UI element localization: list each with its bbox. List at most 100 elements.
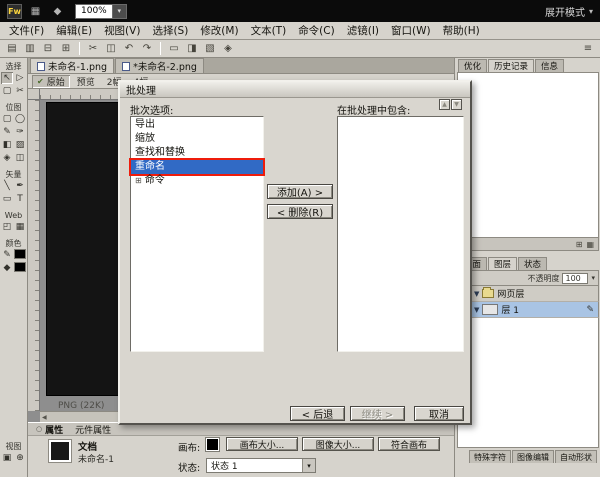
- layer-row-web[interactable]: ▼ 网页层: [457, 286, 599, 302]
- move-up-button[interactable]: ▲: [439, 99, 450, 110]
- undo-icon[interactable]: ↶: [120, 41, 138, 56]
- menu-edit[interactable]: 编辑(E): [50, 23, 98, 38]
- trash-icon[interactable]: ▦: [586, 240, 594, 249]
- tab-states[interactable]: 状态: [518, 257, 547, 270]
- back-button[interactable]: < 后退: [290, 406, 345, 421]
- add-icon[interactable]: ⊞: [576, 240, 583, 249]
- expander-icon[interactable]: ⊞: [135, 174, 142, 188]
- tab-optimize[interactable]: 优化: [458, 59, 487, 72]
- menu-icon[interactable]: ≡: [579, 41, 597, 56]
- document-tab-1[interactable]: 未命名-1.png: [30, 58, 114, 73]
- text-tool[interactable]: T: [14, 193, 26, 205]
- batch-option-export[interactable]: 导出: [131, 118, 263, 132]
- menu-select[interactable]: 选择(S): [146, 23, 194, 38]
- tab-layers[interactable]: 图层: [488, 257, 517, 270]
- menu-text[interactable]: 文本(T): [245, 23, 293, 38]
- save-icon[interactable]: ⊟: [39, 41, 57, 56]
- open-icon[interactable]: ▥: [21, 41, 39, 56]
- rubber-stamp-tool[interactable]: ◈: [1, 152, 13, 164]
- batch-option-scale[interactable]: 缩放: [131, 132, 263, 146]
- chevron-down-icon[interactable]: ▾: [591, 274, 595, 282]
- tab-image-editing[interactable]: 图像编辑: [512, 450, 554, 463]
- menu-commands[interactable]: 命令(C): [292, 23, 341, 38]
- fill-color-swatch[interactable]: [14, 262, 26, 272]
- opacity-input[interactable]: 100: [562, 273, 588, 284]
- menu-filters[interactable]: 滤镜(I): [341, 23, 385, 38]
- tab-info[interactable]: 信息: [535, 59, 564, 72]
- crop-tool[interactable]: ✂: [14, 85, 26, 97]
- subselection-tool[interactable]: ▷: [14, 72, 26, 84]
- import-icon[interactable]: ⊞: [57, 41, 75, 56]
- chevron-down-icon[interactable]: ▾: [113, 4, 127, 19]
- chevron-down-icon: ▾: [589, 7, 593, 16]
- pointer-tool[interactable]: ↖: [1, 72, 13, 84]
- batch-option-find-replace[interactable]: 查找和替换: [131, 146, 263, 160]
- gradient-tool[interactable]: ◫: [14, 152, 26, 164]
- chevron-down-icon[interactable]: ▾: [302, 459, 315, 472]
- layout-grid-icon[interactable]: ▦: [27, 4, 44, 19]
- vertical-ruler[interactable]: [28, 100, 40, 411]
- ruler-corner: [28, 89, 40, 100]
- tab-symbol-properties[interactable]: 元件属性: [75, 423, 111, 436]
- tab-auto-shapes[interactable]: 自动形状: [555, 450, 597, 463]
- document-tab-2[interactable]: *未命名-2.png: [115, 58, 204, 73]
- fit-canvas-button[interactable]: 符合画布: [378, 437, 440, 451]
- view-mode-preview[interactable]: 预览: [72, 75, 100, 88]
- rectangle-tool[interactable]: ▭: [1, 193, 13, 205]
- zoom-tool[interactable]: ⊕: [14, 452, 26, 464]
- pattern-icon[interactable]: ▧: [201, 41, 219, 56]
- add-button[interactable]: 添加(A) >: [267, 184, 333, 199]
- tab-special-characters[interactable]: 特殊字符: [469, 450, 511, 463]
- tab-history[interactable]: 历史记录: [488, 59, 534, 72]
- workspace-mode-menu[interactable]: 展开模式 ▾: [545, 4, 593, 19]
- cut-icon[interactable]: ✂: [84, 41, 102, 56]
- gradient-icon[interactable]: ◨: [183, 41, 201, 56]
- marquee-tool[interactable]: ▢: [1, 113, 13, 125]
- scroll-left-icon[interactable]: ◀: [42, 414, 47, 421]
- lasso-tool[interactable]: ◯: [14, 113, 26, 125]
- blur-tool[interactable]: ▨: [14, 139, 26, 151]
- include-in-batch-list[interactable]: [337, 116, 464, 352]
- rectangle-icon[interactable]: ▭: [165, 41, 183, 56]
- menu-help[interactable]: 帮助(H): [437, 23, 486, 38]
- line-tool[interactable]: ╲: [1, 180, 13, 192]
- menu-file[interactable]: 文件(F): [3, 23, 50, 38]
- move-down-button[interactable]: ▼: [451, 99, 462, 110]
- app-switch-icon[interactable]: ◆: [49, 4, 66, 19]
- batch-option-commands[interactable]: ⊞ 命令: [131, 174, 263, 188]
- view-mode-original[interactable]: ✔ 原始: [32, 75, 70, 88]
- redo-icon[interactable]: ↷: [138, 41, 156, 56]
- chevron-down-icon[interactable]: ▼: [474, 306, 479, 314]
- menu-view[interactable]: 视图(V): [98, 23, 146, 38]
- layer-row-1[interactable]: ▼ 层 1 ✎: [457, 302, 599, 318]
- canvas-size-button[interactable]: 画布大小...: [226, 437, 298, 451]
- chevron-down-icon[interactable]: ▼: [474, 290, 479, 298]
- batch-options-list[interactable]: 导出 缩放 查找和替换 重命名 ⊞ 命令: [130, 116, 264, 352]
- canvas-color-swatch[interactable]: [206, 438, 219, 451]
- batch-option-rename[interactable]: 重命名: [131, 160, 263, 174]
- zoom-select[interactable]: 100% ▾: [75, 4, 127, 19]
- hotspot-tool[interactable]: ◰: [1, 221, 13, 233]
- new-document-icon[interactable]: ▤: [3, 41, 21, 56]
- menu-modify[interactable]: 修改(M): [194, 23, 244, 38]
- png-file-icon: [37, 62, 45, 71]
- stroke-color-swatch[interactable]: [14, 249, 26, 259]
- brush-tool[interactable]: ✎: [1, 126, 13, 138]
- pen-tool[interactable]: ✒: [14, 180, 26, 192]
- screen-mode-tool[interactable]: ▣: [1, 452, 13, 464]
- state-select[interactable]: 状态 1 ▾: [206, 458, 316, 473]
- shape-icon[interactable]: ◈: [219, 41, 237, 56]
- remove-button[interactable]: < 删除(R): [267, 204, 333, 219]
- copy-icon[interactable]: ◫: [102, 41, 120, 56]
- opacity-row: 不透明度 100 ▾: [457, 270, 599, 286]
- cancel-button[interactable]: 取消: [414, 406, 464, 421]
- menu-window[interactable]: 窗口(W): [385, 23, 437, 38]
- image-size-button[interactable]: 图像大小...: [302, 437, 374, 451]
- toolbox-section-select-label: 选择: [6, 61, 22, 72]
- pencil-tool[interactable]: ✑: [14, 126, 26, 138]
- continue-button[interactable]: 继续 >: [350, 406, 405, 421]
- tab-properties[interactable]: ○ 属性: [36, 423, 63, 436]
- slice-tool[interactable]: ▦: [14, 221, 26, 233]
- scale-tool[interactable]: ▢: [1, 85, 13, 97]
- eraser-tool[interactable]: ◧: [1, 139, 13, 151]
